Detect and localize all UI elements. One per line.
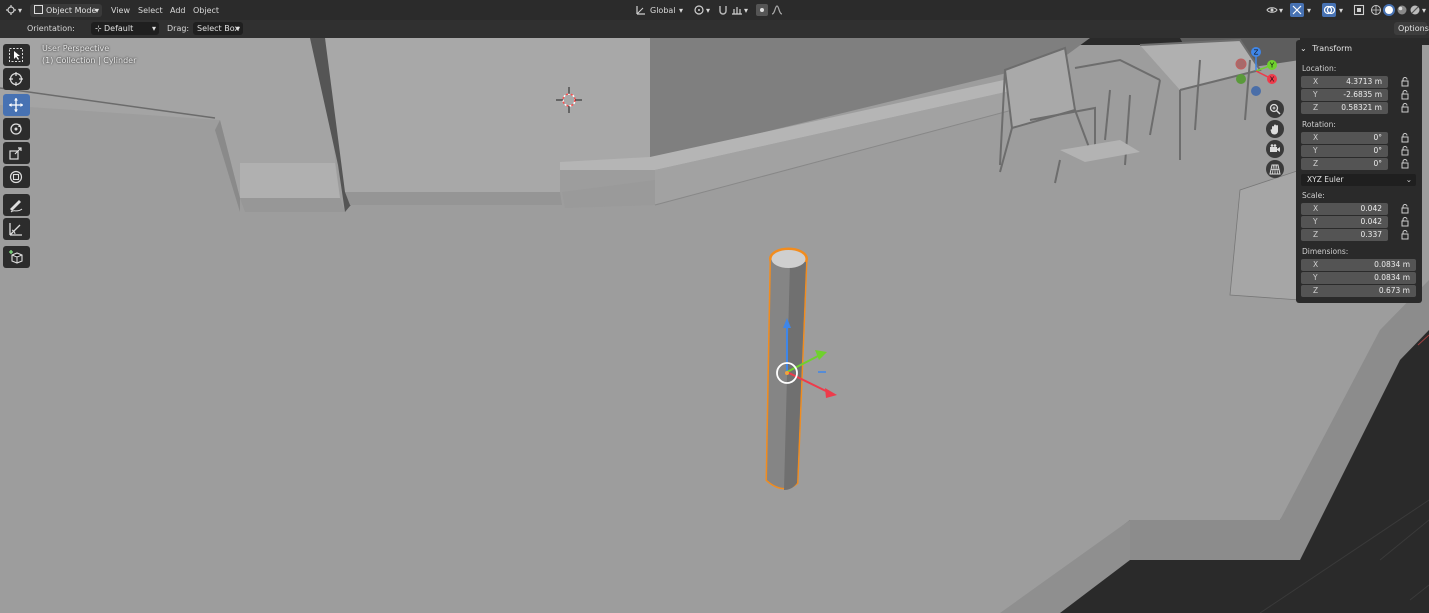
orientation-dropdown[interactable]: ⊹ Default ▾: [91, 22, 159, 35]
chevron-down-icon[interactable]: ▾: [1279, 4, 1283, 17]
scale-y-field[interactable]: Y 0.042: [1301, 216, 1388, 228]
cursor-tool[interactable]: [3, 68, 30, 90]
lock-icon[interactable]: [1400, 146, 1410, 156]
chevron-down-icon: ⌄: [1405, 175, 1412, 184]
pan-hand-icon[interactable]: [1266, 120, 1284, 138]
transform-orientation-label[interactable]: Global: [650, 4, 676, 17]
chevron-down-icon: ▾: [235, 24, 240, 33]
transform-tool[interactable]: [3, 166, 30, 188]
menu-add[interactable]: Add: [170, 4, 186, 17]
transform-panel-header[interactable]: ⌄ Transform: [1300, 44, 1352, 53]
chevron-down-icon[interactable]: ▾: [1422, 4, 1426, 17]
rotate-tool[interactable]: [3, 118, 30, 140]
select-box-tool[interactable]: [3, 44, 30, 66]
menu-select[interactable]: Select: [138, 4, 163, 17]
overlays-toggle-icon[interactable]: [1322, 3, 1336, 17]
tool-settings-header: Orientation: ⊹ Default ▾ Drag: Select Box ▾…: [0, 20, 1429, 38]
dimensions-y-field[interactable]: Y 0.0834 m: [1301, 272, 1416, 284]
object-mode-icon: [34, 5, 43, 14]
location-label: Location:: [1302, 64, 1337, 73]
perspective-grid-icon[interactable]: [1266, 160, 1284, 178]
gizmo-y-label: Y: [1269, 62, 1275, 70]
chevron-down-icon: ▾: [151, 24, 156, 33]
location-x-field[interactable]: X 4.3713 m: [1301, 76, 1388, 88]
transform-orientation-icon[interactable]: [635, 4, 647, 16]
menu-object[interactable]: Object: [193, 4, 219, 17]
rotation-label: Rotation:: [1302, 120, 1336, 129]
solid-shading-icon[interactable]: [1383, 4, 1395, 16]
menu-view[interactable]: View: [111, 4, 130, 17]
3d-viewport[interactable]: User Perspective (1) Collection | Cylind…: [0, 38, 1429, 613]
location-z-field[interactable]: Z 0.58321 m: [1301, 102, 1388, 114]
lock-icon[interactable]: [1400, 217, 1410, 227]
mode-dropdown[interactable]: Object Mode ▾: [30, 4, 102, 17]
camera-view-icon[interactable]: [1266, 140, 1284, 158]
dimensions-label: Dimensions:: [1302, 247, 1349, 256]
chevron-down-icon: ⌄: [1300, 44, 1307, 53]
options-button[interactable]: Options: [1394, 22, 1429, 35]
visibility-icon[interactable]: [1266, 4, 1278, 16]
lock-icon[interactable]: [1400, 90, 1410, 100]
proportional-editing-icon[interactable]: [756, 4, 768, 16]
drag-label: Drag:: [167, 24, 190, 33]
lock-icon[interactable]: [1400, 133, 1410, 143]
gizmo-toggle-icon[interactable]: [1290, 3, 1304, 17]
rotation-mode-dropdown[interactable]: XYZ Euler ⌄: [1301, 174, 1416, 186]
chevron-down-icon[interactable]: ▾: [679, 4, 683, 17]
scale-x-field[interactable]: X 0.042: [1301, 203, 1388, 215]
navigation-gizmo[interactable]: Z Y X: [1230, 42, 1290, 100]
snap-increment-icon[interactable]: [731, 4, 743, 16]
location-y-field[interactable]: Y -2.6835 m: [1301, 89, 1388, 101]
move-tool[interactable]: [3, 94, 30, 116]
lock-icon[interactable]: [1400, 159, 1410, 169]
rotation-x-field[interactable]: X 0°: [1301, 132, 1388, 144]
drag-dropdown[interactable]: Select Box ▾: [193, 22, 243, 35]
chevron-down-icon[interactable]: ▾: [744, 4, 748, 17]
annotate-tool[interactable]: [3, 194, 30, 216]
orientation-label: Orientation:: [27, 24, 75, 33]
lock-icon[interactable]: [1400, 103, 1410, 113]
xray-toggle-icon[interactable]: [1353, 4, 1365, 16]
lock-icon[interactable]: [1400, 204, 1410, 214]
lock-icon[interactable]: [1400, 230, 1410, 240]
viewport-header: ▾ Object Mode ▾ View Select Add Object Gl…: [0, 0, 1429, 20]
rotation-y-field[interactable]: Y 0°: [1301, 145, 1388, 157]
pivot-point-icon[interactable]: [693, 4, 705, 16]
dimensions-z-field[interactable]: Z 0.673 m: [1301, 285, 1416, 297]
transform-panel: ⌄ Transform Location: X 4.3713 m Y -2.6835…: [1296, 40, 1422, 303]
chevron-down-icon: ▾: [94, 6, 99, 15]
chevron-down-icon[interactable]: ▾: [1307, 4, 1311, 17]
viewport-selection-label: (1) Collection | Cylinder: [42, 56, 137, 65]
editor-type-icon[interactable]: [5, 4, 17, 16]
add-cube-tool[interactable]: [3, 246, 30, 268]
chevron-down-icon[interactable]: ▾: [18, 4, 22, 17]
viewport-perspective-label: User Perspective: [42, 44, 110, 53]
falloff-icon[interactable]: [771, 4, 783, 16]
scale-z-field[interactable]: Z 0.337: [1301, 229, 1388, 241]
orientation-axis-icon: ⊹: [95, 24, 102, 33]
gizmo-z-label: Z: [1254, 49, 1259, 57]
gizmo-x-label: X: [1270, 76, 1275, 84]
zoom-icon[interactable]: [1266, 100, 1284, 118]
lock-icon[interactable]: [1400, 77, 1410, 87]
rendered-shading-icon[interactable]: [1409, 4, 1421, 16]
wireframe-shading-icon[interactable]: [1370, 4, 1382, 16]
scene-render: [0, 38, 1429, 613]
rotation-z-field[interactable]: Z 0°: [1301, 158, 1388, 170]
material-shading-icon[interactable]: [1396, 4, 1408, 16]
scale-label: Scale:: [1302, 191, 1325, 200]
chevron-down-icon[interactable]: ▾: [706, 4, 710, 17]
snap-icon[interactable]: [717, 4, 729, 16]
measure-tool[interactable]: [3, 218, 30, 240]
scale-tool[interactable]: [3, 142, 30, 164]
dimensions-x-field[interactable]: X 0.0834 m: [1301, 259, 1416, 271]
chevron-down-icon[interactable]: ▾: [1339, 4, 1343, 17]
